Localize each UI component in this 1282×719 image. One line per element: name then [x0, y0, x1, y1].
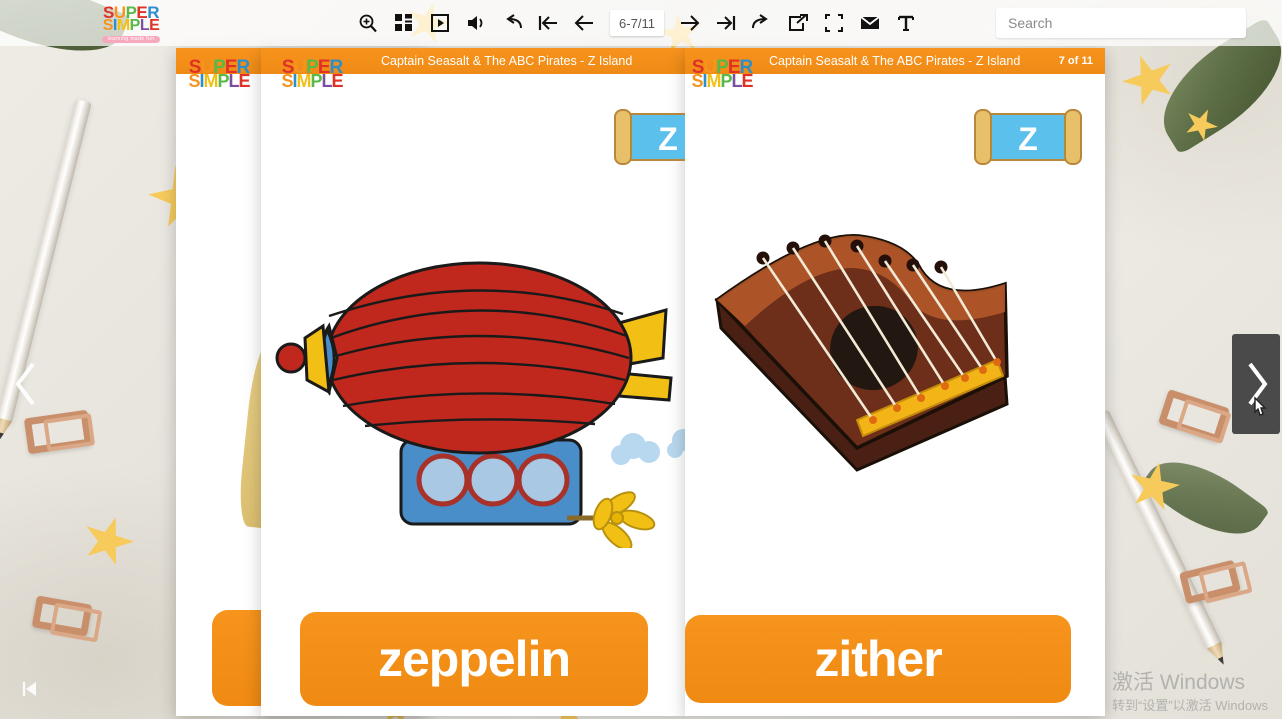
word-label: zeppelin — [377, 631, 571, 687]
footer-line-1: Download more flashcards at supersimple.… — [261, 714, 685, 716]
binder-clip-decoration — [1178, 559, 1242, 605]
word-label: zither — [814, 631, 942, 687]
letter-scroll-banner: Z — [973, 106, 1083, 168]
page-title: Captain Seasalt & The ABC Pirates - Z Is… — [381, 54, 633, 68]
brand-tagline: learning made fun — [101, 35, 161, 43]
search-input[interactable] — [996, 8, 1246, 38]
fullscreen-icon[interactable] — [816, 5, 852, 41]
thumbnails-icon[interactable] — [386, 5, 422, 41]
flashcard-page-zither[interactable]: Captain Seasalt & The ABC Pirates - Z Is… — [685, 48, 1105, 716]
text-icon[interactable] — [888, 5, 924, 41]
word-band: zeppelin — [300, 612, 648, 706]
app-window: SUPER SIMPLE Captain Seasalt & The ABC P… — [0, 0, 1282, 719]
top-toolbar: SUPER SIMPLE learning made fun — [0, 0, 1282, 46]
super-simple-logo: SUPER SIMPLE — [691, 57, 753, 91]
binder-clip-decoration — [1158, 388, 1230, 444]
redo-icon[interactable] — [744, 5, 780, 41]
chevron-left-icon — [15, 362, 35, 406]
watermark-line-2: 转到“设置”以激活 Windows — [1111, 698, 1268, 714]
windows-activation-watermark: 激活 Windows 转到“设置”以激活 Windows — [1112, 669, 1268, 715]
next-page-icon[interactable] — [672, 5, 708, 41]
undo-icon[interactable] — [494, 5, 530, 41]
letter-z: Z — [1018, 121, 1038, 157]
last-page-icon[interactable] — [708, 5, 744, 41]
share-icon[interactable] — [780, 5, 816, 41]
email-icon[interactable] — [852, 5, 888, 41]
first-page-ghost-icon[interactable] — [20, 679, 40, 705]
binder-clip-decoration — [31, 595, 93, 637]
letter-scroll-banner: Z — [613, 106, 685, 168]
previous-page-arrow[interactable] — [2, 334, 50, 434]
star-decoration — [76, 509, 141, 573]
zoom-icon[interactable] — [350, 5, 386, 41]
watermark-line-1: 激活 Windows — [1111, 671, 1246, 695]
letter-z: Z — [658, 121, 678, 157]
word-band: zither — [685, 615, 1071, 703]
first-page-icon[interactable] — [530, 5, 566, 41]
flashcard-page-zeppelin[interactable]: Captain Seasalt & The ABC Pirates - Z Is… — [261, 48, 685, 716]
super-simple-logo: SUPER SIMPLE — [188, 57, 250, 91]
toolbar-button-group — [350, 0, 924, 46]
brand-logo: SUPER SIMPLE learning made fun — [101, 2, 161, 43]
sound-icon[interactable] — [458, 5, 494, 41]
pencil-decoration — [1093, 409, 1222, 651]
zither-illustration — [707, 208, 1037, 508]
slideshow-icon[interactable] — [422, 5, 458, 41]
page-footer: Download more flashcards at supersimple.… — [261, 714, 685, 716]
page-counter: 7 of 11 — [1058, 55, 1093, 67]
page-title: Captain Seasalt & The ABC Pirates - Z Is… — [769, 54, 1021, 68]
zeppelin-illustration — [271, 218, 685, 551]
super-simple-logo: SUPER SIMPLE — [281, 57, 343, 91]
page-number-input[interactable] — [610, 10, 664, 36]
previous-page-icon[interactable] — [566, 5, 602, 41]
mouse-cursor — [1250, 396, 1272, 427]
